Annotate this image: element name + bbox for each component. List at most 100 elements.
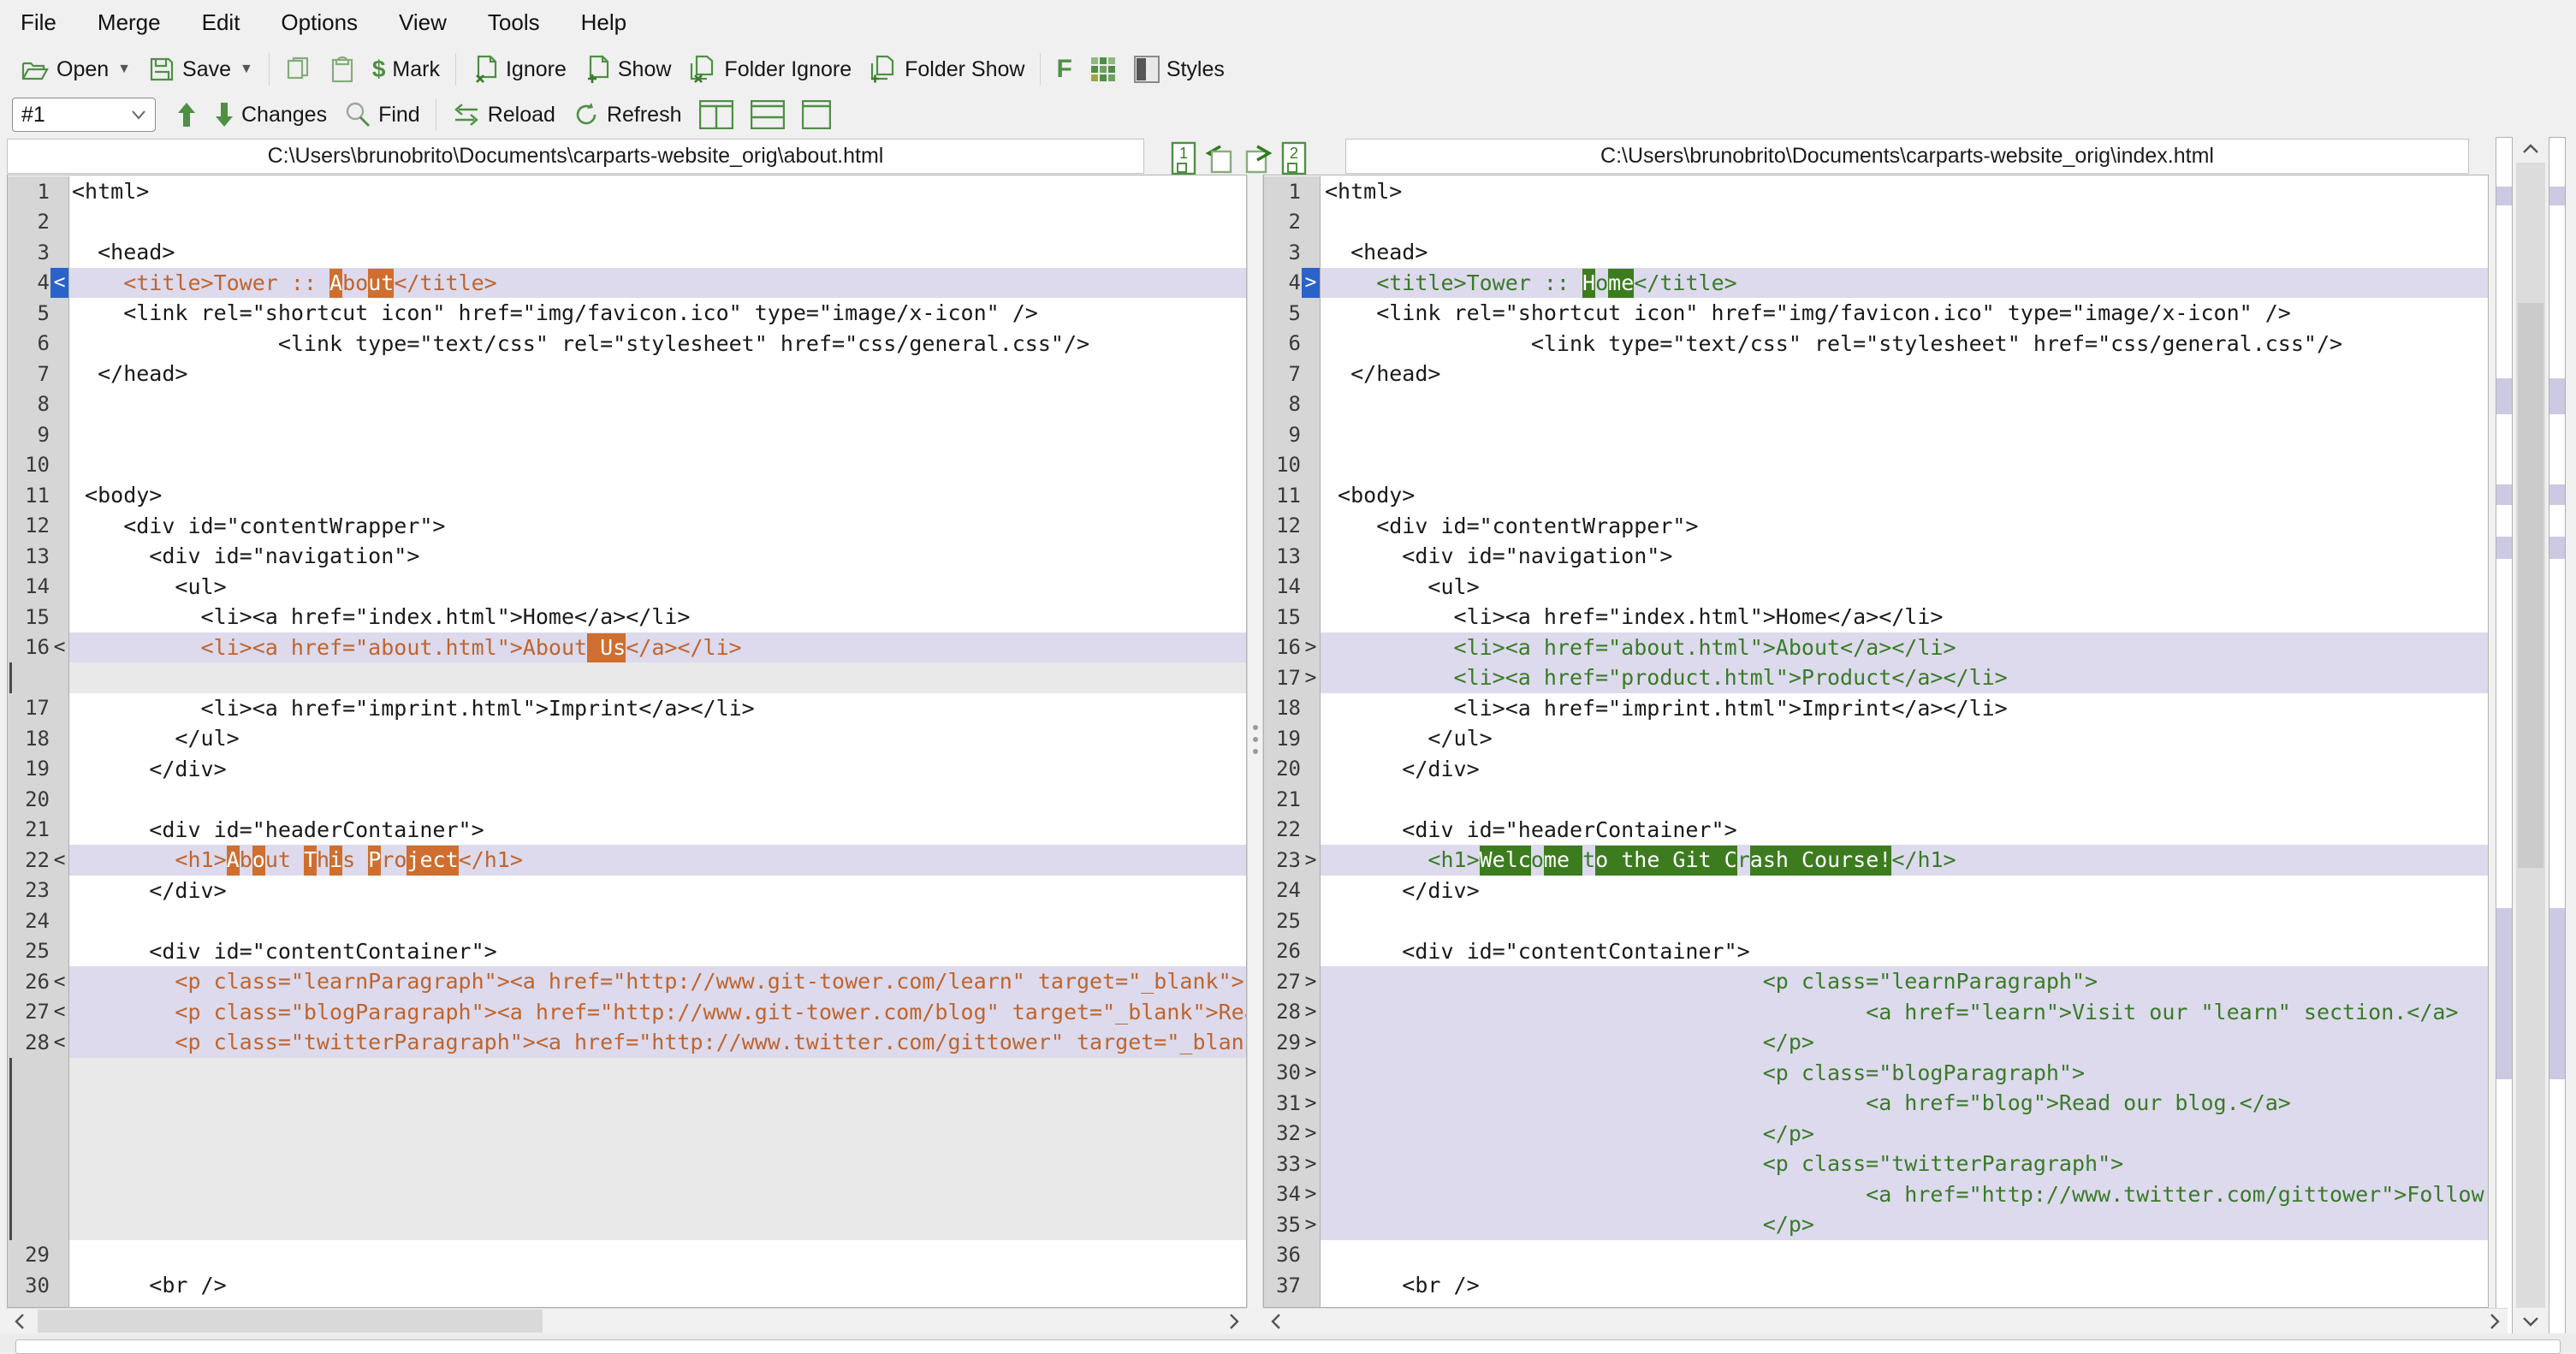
show-button[interactable]: Show	[575, 50, 680, 88]
font-icon: F	[1056, 55, 1072, 83]
line-number-gutter: 15	[1264, 602, 1321, 632]
mark-button[interactable]: $ Mark	[364, 50, 448, 88]
overview-diff-segment[interactable]	[2549, 537, 2565, 559]
find-button[interactable]: Find	[335, 96, 429, 134]
font-button[interactable]: F	[1048, 50, 1080, 88]
layout-horizontal-split-button[interactable]	[742, 96, 793, 134]
change-marker: >	[1304, 1213, 1317, 1236]
ignore-button[interactable]: Ignore	[463, 50, 575, 88]
overview-diff-segment[interactable]	[2496, 537, 2512, 559]
color-grid-button[interactable]	[1081, 50, 1125, 88]
change-marker	[1302, 329, 1320, 359]
menu-item-view[interactable]: View	[378, 0, 467, 45]
line-number-gutter: 21	[1264, 784, 1321, 815]
horizontal-split-icon	[750, 100, 785, 129]
color-grid-icon	[1089, 56, 1117, 83]
line-number-gutter: 3	[1264, 237, 1321, 268]
layout-vertical-split-button[interactable]	[691, 96, 742, 134]
code-text: <html>	[72, 179, 150, 204]
line-number-gutter: 1	[8, 176, 69, 207]
vertical-scrollbar[interactable]	[2516, 135, 2545, 1335]
scroll-right-icon[interactable]	[2482, 1309, 2508, 1334]
change-marker: >	[1304, 636, 1317, 659]
left-horizontal-scrollbar[interactable]	[7, 1308, 1247, 1333]
right-horizontal-scrollbar[interactable]	[1263, 1308, 2508, 1333]
toolbar-separator	[1040, 53, 1042, 86]
change-marker: >	[1304, 1152, 1317, 1175]
line-number-gutter: 17 >	[1264, 662, 1321, 693]
paste-icon	[329, 56, 355, 83]
menu-item-tools[interactable]: Tools	[467, 0, 561, 45]
left-code-pane[interactable]: 1 <html> 2 3 <head> 4 < <title>Tower :: About…	[7, 175, 1247, 1308]
scroll-right-icon[interactable]	[1221, 1309, 1247, 1334]
code-line: 37 <br />	[1264, 1270, 2488, 1301]
change-selector[interactable]: #1	[12, 98, 156, 132]
copy-button[interactable]	[276, 50, 321, 88]
overview-diff-segment[interactable]	[2496, 187, 2512, 205]
code-text: <li><a href="index.html">Home</a></li>	[72, 604, 691, 629]
line-number-gutter: 11	[8, 480, 69, 511]
folder-show-button[interactable]: Folder Show	[860, 50, 1033, 88]
layout-single-pane-button[interactable]	[793, 96, 840, 134]
overview-diff-segment[interactable]	[2496, 378, 2512, 414]
code-text: </p>	[1325, 1030, 1814, 1054]
scroll-left-icon[interactable]	[1263, 1309, 1289, 1334]
reload-button[interactable]: Reload	[443, 96, 564, 134]
change-marker	[50, 693, 68, 724]
overview-diff-segment[interactable]	[2549, 908, 2565, 1079]
change-marker	[50, 906, 68, 936]
overview-diff-segment[interactable]	[2549, 378, 2565, 414]
refresh-button[interactable]: Refresh	[564, 96, 691, 134]
scroll-down-icon[interactable]	[2516, 1308, 2545, 1335]
change-marker: >	[1304, 848, 1317, 871]
open-button[interactable]: Open ▼	[12, 50, 139, 88]
folder-ignore-label: Folder Ignore	[724, 56, 852, 81]
code-text	[69, 1209, 1246, 1240]
scroll-up-icon[interactable]	[2516, 135, 2545, 163]
copy-to-left-button[interactable]: 1	[1171, 140, 1234, 175]
styles-button[interactable]: Styles	[1125, 50, 1233, 88]
overview-diff-segment[interactable]	[2549, 187, 2565, 205]
folder-ignore-button[interactable]: Folder Ignore	[680, 50, 860, 88]
menu-item-help[interactable]: Help	[561, 0, 647, 45]
alignment-gap-row	[8, 1118, 1246, 1149]
styles-label: Styles	[1166, 56, 1225, 81]
right-code-pane[interactable]: 1 <html> 2 3 <head> 4 > <title>Tower :: Home<…	[1263, 175, 2489, 1308]
next-change-button[interactable]: Changes	[205, 96, 335, 134]
copy-to-right-button[interactable]: 2	[1245, 140, 1348, 175]
code-text: <h1>Welcome to the Git Crash Course!</h1…	[1321, 845, 2488, 876]
right-overview-ruler[interactable]	[2549, 137, 2566, 1335]
code-line: 28 > <a href="learn">Visit our "learn" se…	[1264, 996, 2488, 1027]
save-dropdown-icon[interactable]: ▼	[240, 62, 253, 77]
menu-item-merge[interactable]: Merge	[77, 0, 181, 45]
code-line: 33 > <p class="twitterParagraph">	[1264, 1149, 2488, 1179]
code-line: 32 > </p>	[1264, 1118, 2488, 1149]
code-text: <p class="learnParagraph"><a href="http:…	[175, 969, 1246, 994]
vertical-scrollbar-thumb[interactable]	[2518, 303, 2543, 868]
overview-diff-segment[interactable]	[2549, 484, 2565, 505]
mark-label: Mark	[392, 56, 440, 81]
left-horizontal-scrollbar-thumb[interactable]	[38, 1309, 543, 1333]
code-text: <p class="learnParagraph">	[1325, 969, 2098, 994]
overview-diff-segment[interactable]	[2496, 484, 2512, 505]
paste-button[interactable]	[321, 50, 364, 88]
code-line: 16 < <li><a href="about.html">About Us</a…	[8, 632, 1246, 662]
save-button[interactable]: Save ▼	[139, 50, 262, 88]
code-line: 19 </div>	[8, 753, 1246, 784]
pane-splitter[interactable]	[1247, 175, 1263, 1308]
code-text: </div>	[1325, 877, 1480, 903]
code-text: </head>	[72, 361, 188, 386]
previous-change-button[interactable]	[168, 96, 205, 134]
menu-item-file[interactable]: File	[0, 0, 77, 45]
line-number-gutter: 22 <	[8, 845, 69, 876]
open-dropdown-icon[interactable]: ▼	[117, 62, 131, 77]
overview-diff-segment[interactable]	[2496, 908, 2512, 1079]
code-text: <li><a href="imprint.html">Imprint</a></…	[72, 695, 755, 721]
menu-item-edit[interactable]: Edit	[181, 0, 261, 45]
scroll-left-icon[interactable]	[7, 1309, 33, 1334]
menu-item-options[interactable]: Options	[260, 0, 378, 45]
line-number-gutter: 13	[1264, 541, 1321, 572]
left-overview-ruler[interactable]	[2496, 137, 2513, 1335]
